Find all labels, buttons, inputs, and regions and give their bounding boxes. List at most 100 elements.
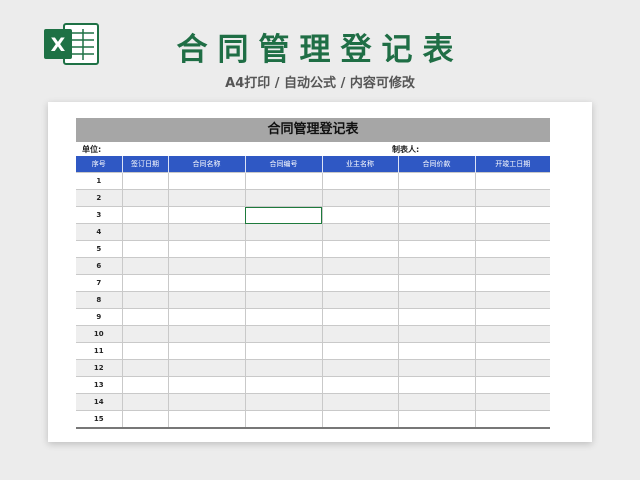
table-cell[interactable]: [167, 240, 246, 258]
table-cell[interactable]: [244, 291, 323, 309]
table-cell[interactable]: [474, 274, 550, 292]
table-cell[interactable]: [397, 342, 476, 360]
table-cell[interactable]: [321, 240, 399, 258]
table-cell[interactable]: [121, 342, 169, 360]
table-cell[interactable]: [244, 359, 323, 377]
table-cell[interactable]: [121, 206, 169, 224]
table-cell[interactable]: [121, 376, 169, 394]
table-cell[interactable]: [244, 342, 323, 360]
row-index-cell[interactable]: 15: [76, 410, 123, 429]
table-cell[interactable]: [244, 189, 323, 207]
row-index-cell[interactable]: 2: [76, 189, 123, 207]
table-cell[interactable]: [244, 325, 323, 343]
row-index-cell[interactable]: 3: [76, 206, 123, 224]
table-cell[interactable]: [397, 240, 476, 258]
row-index-cell[interactable]: 13: [76, 376, 123, 394]
table-cell[interactable]: [321, 291, 399, 309]
col-header-sign-date[interactable]: 签订日期: [121, 156, 168, 173]
table-cell[interactable]: [244, 240, 323, 258]
table-cell[interactable]: [321, 359, 399, 377]
table-cell[interactable]: [321, 223, 399, 241]
table-cell[interactable]: [474, 410, 550, 429]
table-cell[interactable]: [397, 410, 476, 429]
selected-cell[interactable]: [244, 206, 323, 224]
table-cell[interactable]: [121, 308, 169, 326]
table-cell[interactable]: [397, 206, 476, 224]
table-cell[interactable]: [474, 172, 550, 190]
table-cell[interactable]: [121, 274, 169, 292]
col-header-index[interactable]: 序号: [76, 156, 122, 173]
table-cell[interactable]: [167, 410, 246, 429]
row-index-cell[interactable]: 9: [76, 308, 123, 326]
table-cell[interactable]: [474, 359, 550, 377]
table-cell[interactable]: [397, 291, 476, 309]
table-cell[interactable]: [121, 359, 169, 377]
table-cell[interactable]: [321, 206, 399, 224]
table-cell[interactable]: [121, 223, 169, 241]
table-cell[interactable]: [321, 325, 399, 343]
table-cell[interactable]: [121, 393, 169, 411]
table-cell[interactable]: [474, 376, 550, 394]
row-index-cell[interactable]: 12: [76, 359, 123, 377]
table-cell[interactable]: [321, 376, 399, 394]
table-cell[interactable]: [321, 308, 399, 326]
table-cell[interactable]: [167, 376, 246, 394]
row-index-cell[interactable]: 7: [76, 274, 123, 292]
table-cell[interactable]: [244, 376, 323, 394]
table-cell[interactable]: [397, 274, 476, 292]
table-cell[interactable]: [397, 172, 476, 190]
table-cell[interactable]: [167, 274, 246, 292]
table-cell[interactable]: [121, 291, 169, 309]
table-cell[interactable]: [474, 342, 550, 360]
table-cell[interactable]: [321, 274, 399, 292]
row-index-cell[interactable]: 6: [76, 257, 123, 275]
table-cell[interactable]: [321, 189, 399, 207]
table-cell[interactable]: [474, 291, 550, 309]
col-header-contract-price[interactable]: 合同价款: [397, 156, 475, 173]
table-cell[interactable]: [167, 189, 246, 207]
row-index-cell[interactable]: 5: [76, 240, 123, 258]
table-cell[interactable]: [121, 325, 169, 343]
table-cell[interactable]: [397, 257, 476, 275]
table-cell[interactable]: [397, 189, 476, 207]
table-cell[interactable]: [121, 257, 169, 275]
table-cell[interactable]: [474, 206, 550, 224]
table-cell[interactable]: [474, 240, 550, 258]
table-cell[interactable]: [321, 257, 399, 275]
row-index-cell[interactable]: 10: [76, 325, 123, 343]
table-cell[interactable]: [474, 223, 550, 241]
table-cell[interactable]: [167, 325, 246, 343]
col-header-contract-name[interactable]: 合同名称: [167, 156, 245, 173]
table-cell[interactable]: [121, 240, 169, 258]
table-cell[interactable]: [474, 325, 550, 343]
table-cell[interactable]: [474, 189, 550, 207]
table-cell[interactable]: [167, 257, 246, 275]
table-cell[interactable]: [167, 291, 246, 309]
table-cell[interactable]: [397, 376, 476, 394]
table-cell[interactable]: [244, 257, 323, 275]
row-index-cell[interactable]: 4: [76, 223, 123, 241]
table-cell[interactable]: [321, 410, 399, 429]
table-cell[interactable]: [397, 223, 476, 241]
table-cell[interactable]: [244, 172, 323, 190]
col-header-owner-name[interactable]: 业主名称: [321, 156, 398, 173]
table-cell[interactable]: [397, 393, 476, 411]
table-cell[interactable]: [244, 274, 323, 292]
table-cell[interactable]: [244, 308, 323, 326]
table-cell[interactable]: [121, 410, 169, 429]
table-cell[interactable]: [474, 393, 550, 411]
table-cell[interactable]: [244, 393, 323, 411]
table-cell[interactable]: [321, 393, 399, 411]
table-cell[interactable]: [397, 325, 476, 343]
table-cell[interactable]: [474, 257, 550, 275]
table-cell[interactable]: [397, 308, 476, 326]
table-cell[interactable]: [167, 359, 246, 377]
table-cell[interactable]: [167, 206, 246, 224]
table-cell[interactable]: [167, 223, 246, 241]
table-cell[interactable]: [167, 393, 246, 411]
table-cell[interactable]: [167, 172, 246, 190]
table-cell[interactable]: [167, 342, 246, 360]
table-cell[interactable]: [474, 308, 550, 326]
col-header-start-end-date[interactable]: 开竣工日期: [474, 156, 550, 173]
table-cell[interactable]: [121, 172, 169, 190]
